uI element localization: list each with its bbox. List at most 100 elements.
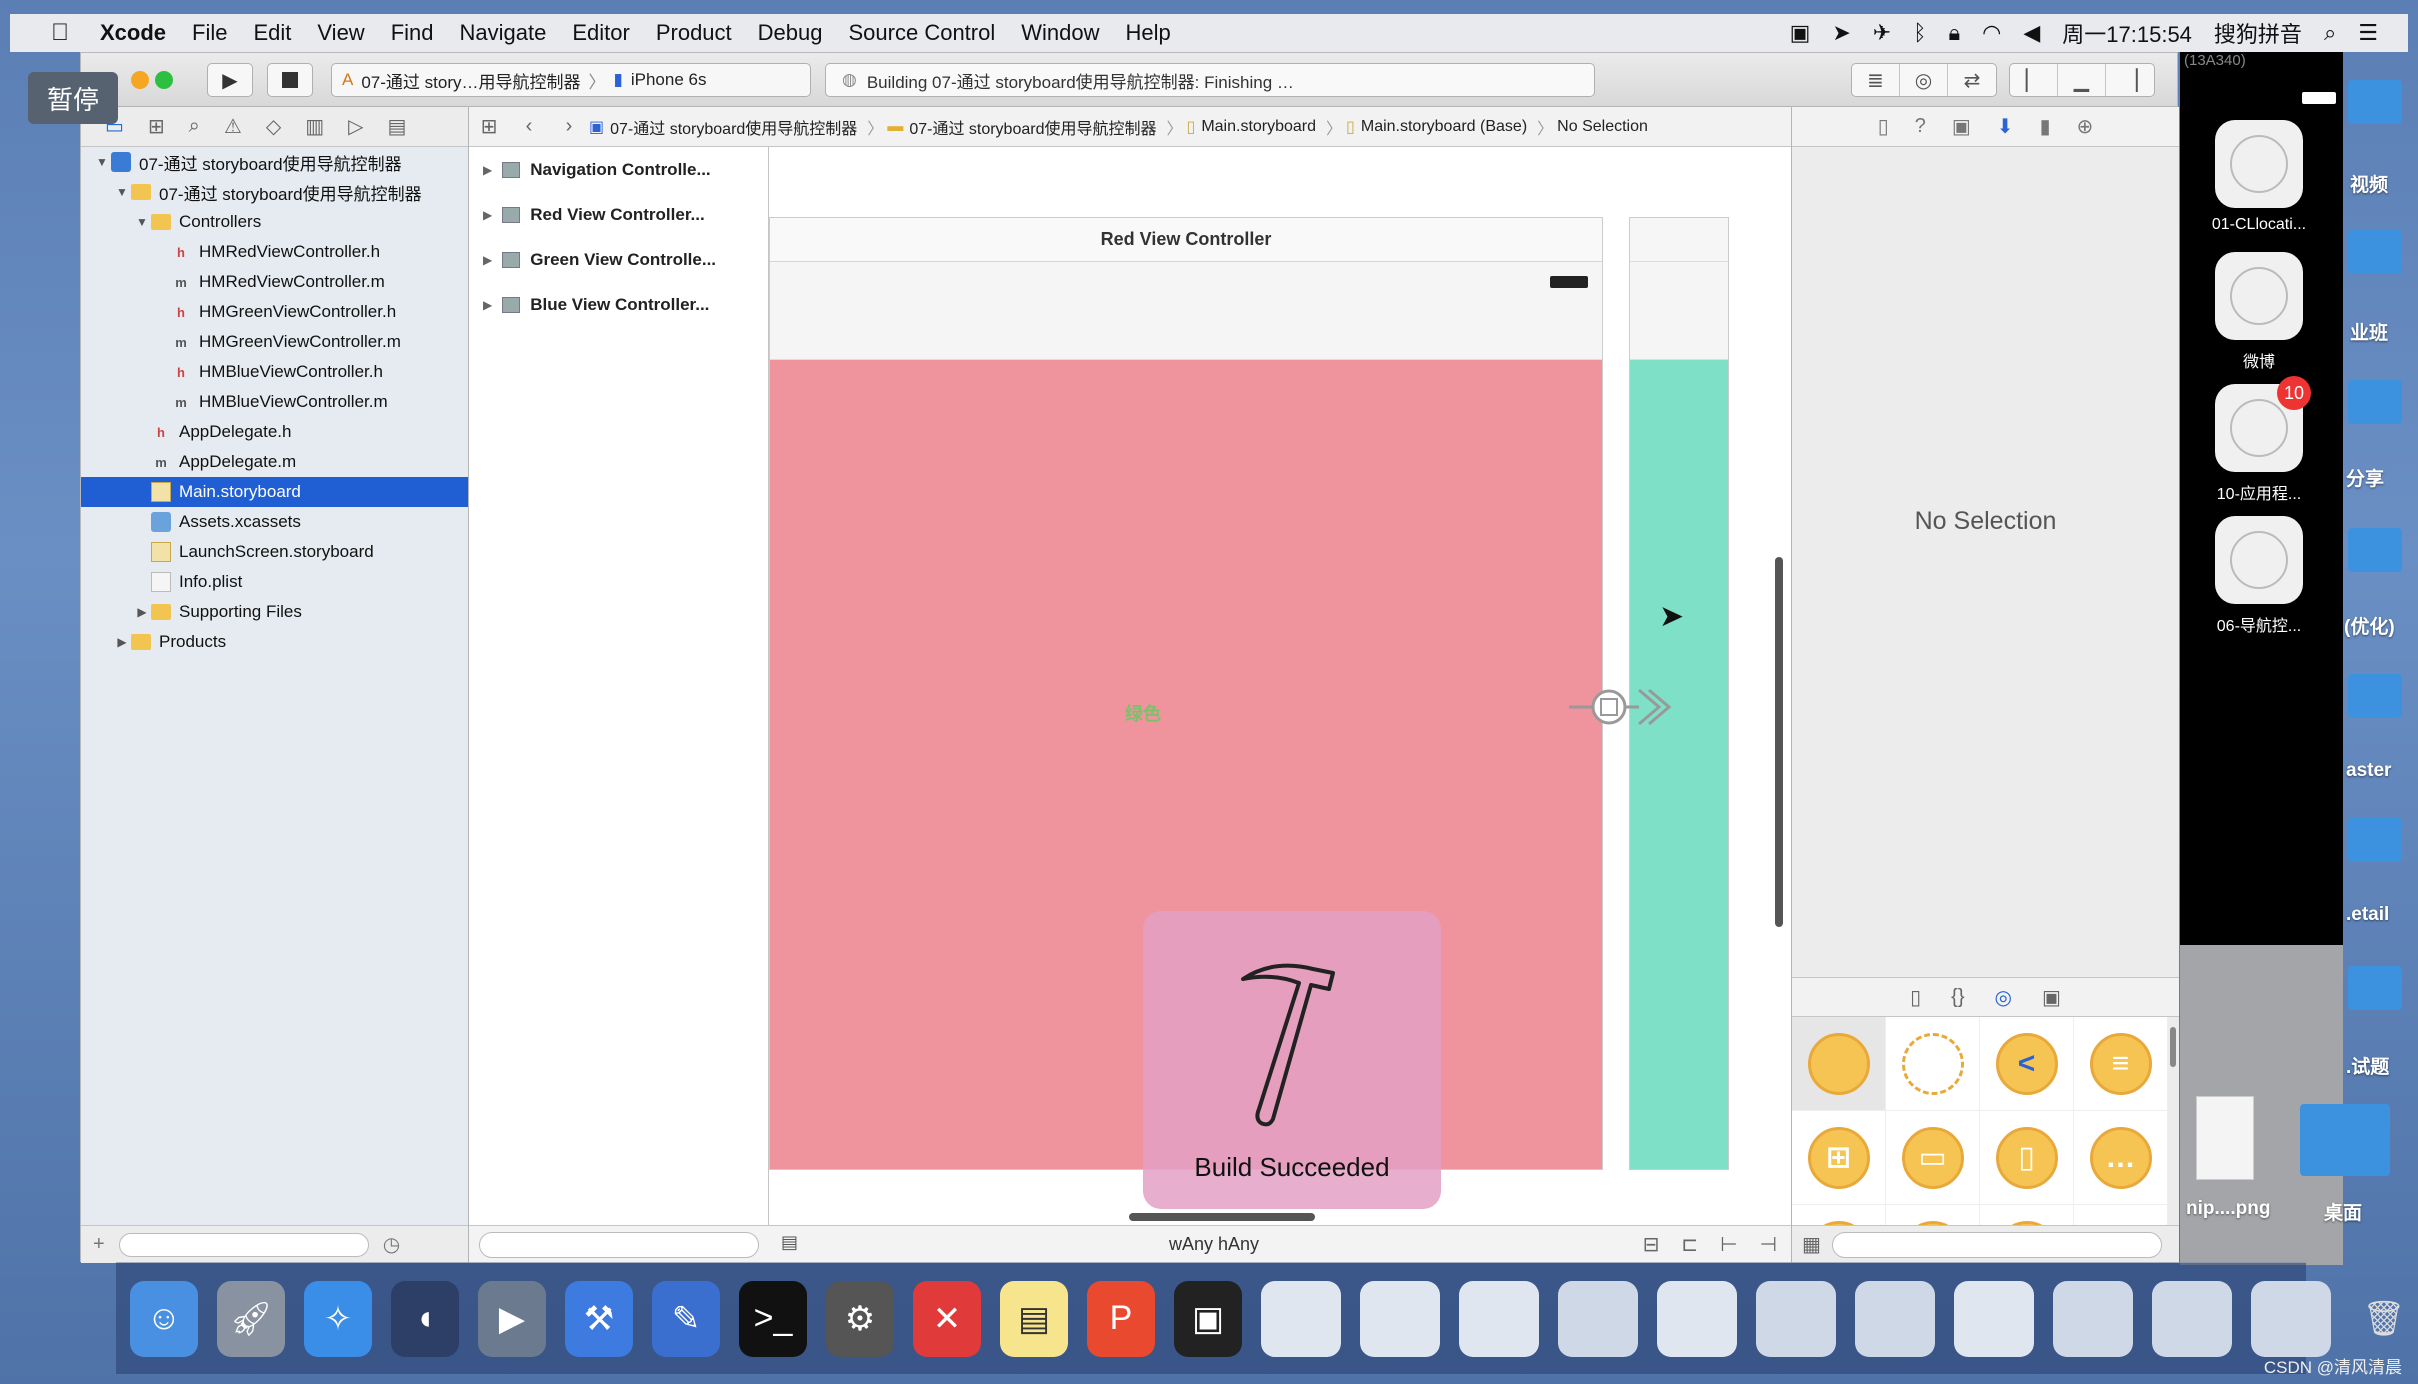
version-editor-icon[interactable]: ⇄: [1948, 64, 1996, 96]
library-item[interactable]: <: [1980, 1017, 2074, 1111]
app-icon-navigation[interactable]: 06-导航控...: [2196, 516, 2322, 636]
menu-debug[interactable]: Debug: [758, 20, 823, 46]
file-tree-row[interactable]: LaunchScreen.storyboard: [81, 537, 468, 567]
window-thumbnail-icon[interactable]: [1261, 1280, 1341, 1357]
toggle-navigator-icon[interactable]: ▏: [2010, 64, 2058, 96]
file-tree-row[interactable]: m AppDelegate.m: [81, 447, 468, 477]
desktop-folder-icon[interactable]: [2348, 966, 2402, 1010]
xmind-icon[interactable]: ✕: [913, 1280, 981, 1357]
file-tree-row[interactable]: Assets.xcassets: [81, 507, 468, 537]
toggle-outline-icon[interactable]: ▤: [781, 1232, 798, 1253]
file-tree-row[interactable]: ▶ Products: [81, 627, 468, 657]
stop-button[interactable]: [267, 63, 313, 97]
issue-navigator-icon[interactable]: ⚠: [224, 114, 242, 139]
file-tree-row[interactable]: h AppDelegate.h: [81, 417, 468, 447]
file-tree-row[interactable]: m HMGreenViewController.m: [81, 327, 468, 357]
desktop-folder-icon[interactable]: [2348, 674, 2402, 718]
breakpoint-navigator-icon[interactable]: ▷: [348, 114, 363, 139]
outline-item[interactable]: ▶ Green View Controlle...: [469, 237, 768, 282]
outline-filter-field[interactable]: [479, 1232, 759, 1258]
find-navigator-icon[interactable]: ⌕: [189, 115, 200, 138]
input-method[interactable]: 搜狗拼音: [2214, 17, 2302, 49]
window-thumbnail-icon[interactable]: [1657, 1280, 1737, 1357]
assistant-editor-icon[interactable]: ◎: [1900, 64, 1948, 96]
desktop-label[interactable]: nip....png: [2186, 1198, 2270, 1220]
outline-item[interactable]: ▶ Blue View Controller...: [469, 282, 768, 327]
disclosure-triangle-icon[interactable]: ▼: [133, 215, 151, 229]
window-thumbnail-icon[interactable]: [2152, 1280, 2232, 1357]
file-tree-row[interactable]: ▶ Supporting Files: [81, 597, 468, 627]
desktop-label[interactable]: 分享: [2346, 464, 2384, 491]
window-minimize-button[interactable]: [155, 71, 173, 89]
library-item[interactable]: ▶: [1886, 1205, 1980, 1225]
xcode-icon[interactable]: ⚒: [565, 1280, 633, 1357]
file-tree-row[interactable]: h HMRedViewController.h: [81, 237, 468, 267]
menu-source-control[interactable]: Source Control: [849, 20, 996, 46]
stack-icon[interactable]: ⊟: [1643, 1232, 1660, 1257]
menu-navigate[interactable]: Navigate: [460, 20, 547, 46]
window-thumbnail-icon[interactable]: [1855, 1280, 1935, 1357]
disclosure-triangle-icon[interactable]: ▶: [483, 163, 492, 177]
window-thumbnail-icon[interactable]: [2053, 1280, 2133, 1357]
report-navigator-icon[interactable]: ▤: [388, 114, 407, 139]
safari-icon[interactable]: ✧: [304, 1280, 372, 1357]
file-tree-row[interactable]: Main.storyboard: [81, 477, 468, 507]
disclosure-triangle-icon[interactable]: ▶: [483, 208, 492, 222]
jumpbar-localization[interactable]: ▯ Main.storyboard (Base): [1346, 117, 1527, 137]
disclosure-triangle-icon[interactable]: ▶: [133, 605, 151, 619]
library-scrollbar[interactable]: [2170, 1027, 2176, 1067]
desktop-label[interactable]: .试题: [2346, 1052, 2389, 1079]
window-thumbnail-icon[interactable]: [1459, 1280, 1539, 1357]
desktop-label[interactable]: (优化): [2344, 612, 2395, 639]
trash-icon[interactable]: 🗑︎: [2350, 1281, 2418, 1357]
disclosure-triangle-icon[interactable]: ▼: [93, 155, 111, 169]
menu-view[interactable]: View: [317, 20, 364, 46]
menu-product[interactable]: Product: [656, 20, 732, 46]
console-icon[interactable]: ▣: [1174, 1280, 1242, 1357]
connections-inspector-icon[interactable]: ⊕: [2077, 114, 2094, 139]
library-item[interactable]: ▯: [1980, 1111, 2074, 1205]
test-navigator-icon[interactable]: ◇: [266, 114, 281, 139]
outline-item[interactable]: ▶ Navigation Controlle...: [469, 147, 768, 192]
disclosure-triangle-icon[interactable]: ▼: [113, 185, 131, 199]
run-button[interactable]: ▶: [207, 63, 253, 97]
notes-icon[interactable]: ▤: [1000, 1280, 1068, 1357]
window-thumbnail-icon[interactable]: [1756, 1280, 1836, 1357]
disclosure-triangle-icon[interactable]: ▶: [113, 635, 131, 649]
jumpbar-project[interactable]: ▣ 07-通过 storyboard使用导航控制器: [589, 115, 857, 139]
instruments-icon[interactable]: ✎: [652, 1280, 720, 1357]
recent-files-icon[interactable]: ◷: [383, 1232, 400, 1257]
lock-icon[interactable]: 🔒︎: [1948, 20, 1960, 46]
jumpbar-selection[interactable]: No Selection: [1557, 118, 1648, 136]
disclosure-triangle-icon[interactable]: ▶: [483, 253, 492, 267]
window-thumbnail-icon[interactable]: [1360, 1280, 1440, 1357]
menu-help[interactable]: Help: [1126, 20, 1171, 46]
menu-editor[interactable]: Editor: [572, 20, 629, 46]
green-view[interactable]: [1630, 360, 1728, 1169]
mouse-app-icon[interactable]: ◖: [391, 1280, 459, 1357]
attributes-inspector-icon[interactable]: ⬇: [1997, 114, 2014, 139]
app-icon-cllocation[interactable]: 01-CLlocati...: [2196, 120, 2322, 234]
file-tree-row[interactable]: m HMBlueViewController.m: [81, 387, 468, 417]
airplane-icon[interactable]: ✈: [1873, 20, 1891, 46]
center-label[interactable]: 绿色: [1125, 700, 1161, 726]
desktop-folder-icon[interactable]: [2348, 528, 2402, 572]
related-items-icon[interactable]: ⊞: [469, 114, 509, 139]
file-tree-row[interactable]: Info.plist: [81, 567, 468, 597]
notification-center-icon[interactable]: ☰: [2358, 20, 2378, 46]
screen-record-icon[interactable]: ▣: [1790, 20, 1811, 46]
video-app-icon[interactable]: ▶: [478, 1280, 546, 1357]
location-icon[interactable]: ➤: [1832, 20, 1850, 46]
menu-app-name[interactable]: Xcode: [100, 20, 166, 46]
align-icon[interactable]: ⊏: [1681, 1232, 1698, 1257]
library-item[interactable]: ▭: [1886, 1111, 1980, 1205]
desktop-label[interactable]: 桌面: [2324, 1198, 2362, 1225]
file-tree-row[interactable]: ▼ Controllers: [81, 207, 468, 237]
desktop-label[interactable]: 业班: [2350, 318, 2388, 345]
library-item[interactable]: ◆: [1980, 1205, 2074, 1225]
presentation-app-icon[interactable]: P: [1087, 1280, 1155, 1357]
library-item[interactable]: ≡: [2074, 1017, 2168, 1111]
quick-help-icon[interactable]: ?: [1915, 115, 1926, 138]
desktop-label[interactable]: aster: [2346, 760, 2391, 782]
launchpad-icon[interactable]: 🚀︎: [217, 1280, 285, 1357]
